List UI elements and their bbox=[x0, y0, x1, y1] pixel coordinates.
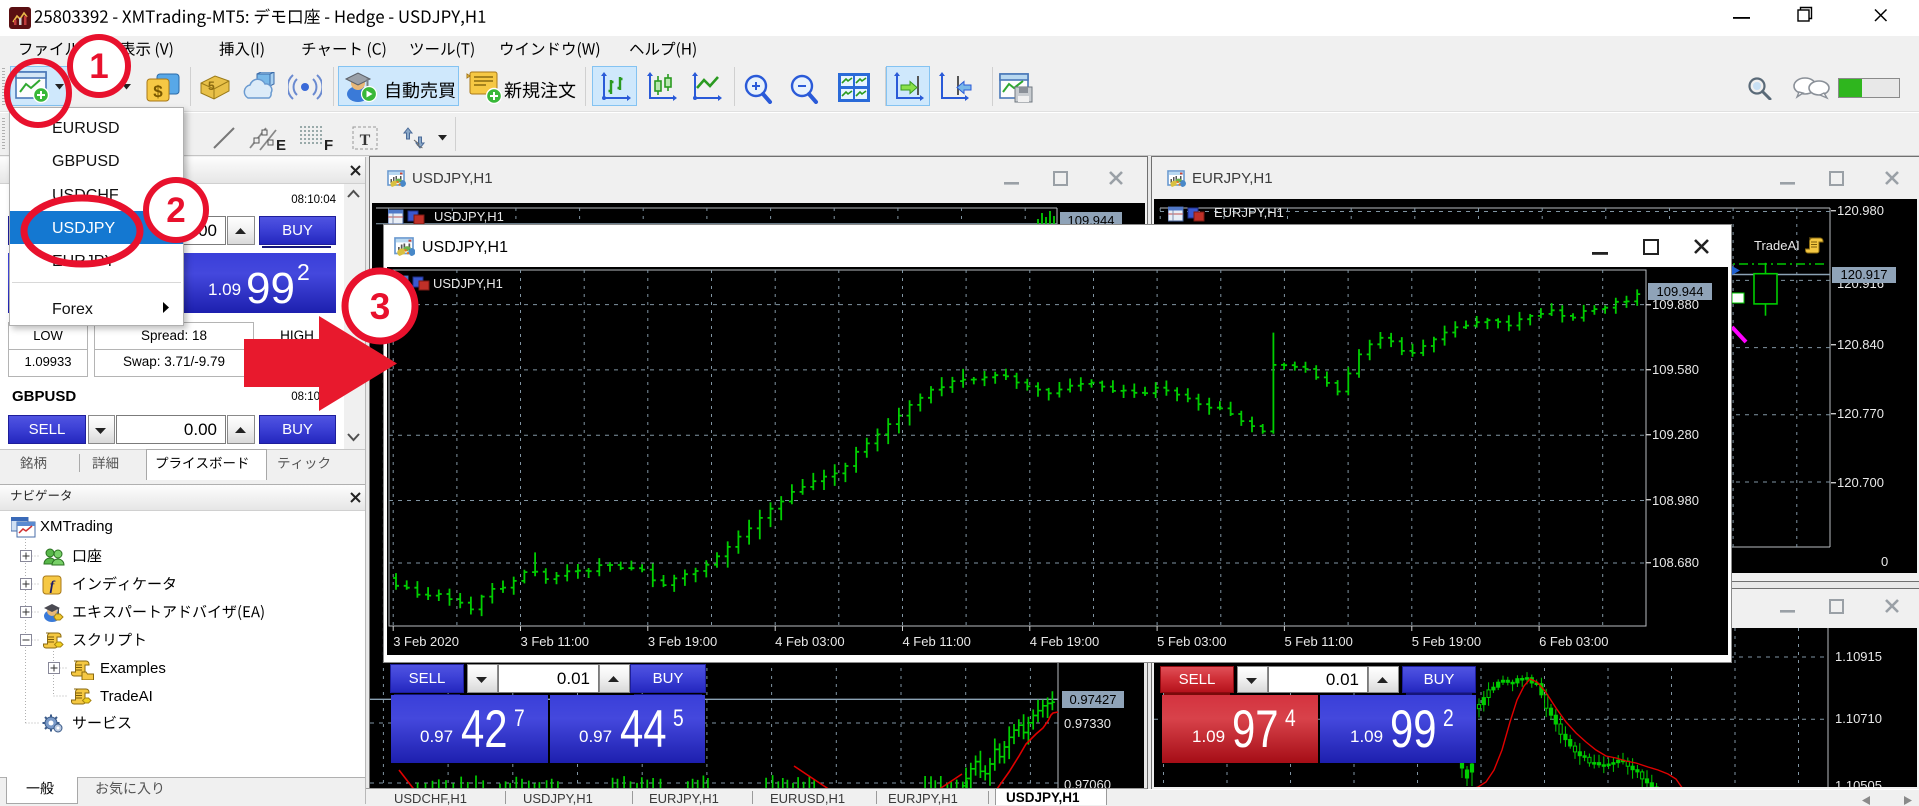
svg-text:T: T bbox=[360, 132, 371, 149]
svg-text:5: 5 bbox=[208, 79, 215, 93]
svg-text:E: E bbox=[276, 137, 286, 152]
svg-text:$: $ bbox=[153, 82, 163, 101]
svg-text:F: F bbox=[324, 137, 333, 152]
